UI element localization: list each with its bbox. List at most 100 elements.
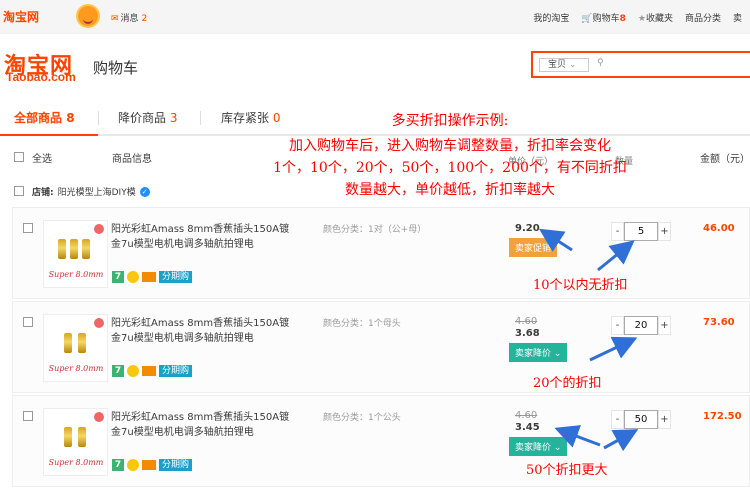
chevron-down-icon: ⌄ [553,443,562,453]
divider [98,111,99,125]
discount-badge[interactable]: 卖家降价 ⌄ [509,437,568,456]
product-thumbnail[interactable]: Super 8.0mm [43,408,108,476]
item-amount: 172.50 [703,411,742,422]
seven-day-return-icon[interactable]: 7 [112,271,124,283]
original-price: 4.60 [515,410,538,421]
item-checkbox[interactable] [23,411,33,421]
plug-image [58,239,66,259]
shop-row: 店铺: 阳光模型上海DIY模 ✓ [32,185,150,198]
col-product-info: 商品信息 [112,154,152,165]
seller-link[interactable]: 卖 [733,11,742,24]
plug-image [64,427,72,447]
cart-item: Super 8.0mm 阳光彩虹Amass 8mm香蕉插头150A镀金7u模型电… [12,207,750,299]
tag-icon [94,224,104,234]
item-amount: 46.00 [703,223,735,234]
seven-day-return-icon[interactable]: 7 [112,459,124,471]
gold-seller-icon[interactable] [127,365,139,377]
decrease-button[interactable]: - [611,316,624,335]
product-title[interactable]: 阳光彩虹Amass 8mm香蕉插头150A镀金7u模型电机电调多轴航拍锂电 [111,410,291,440]
messages-link[interactable]: ✉ 消息 2 [111,11,147,24]
product-thumbnail[interactable]: Super 8.0mm [43,220,108,288]
credit-card-icon[interactable] [142,272,156,282]
annotation-note: 50个折扣更大 [526,463,608,478]
promo-badge[interactable]: 卖家促销 [509,238,558,257]
favorites-link[interactable]: ★收藏夹 [638,11,673,24]
increase-button[interactable]: + [658,316,671,335]
plug-image [82,239,90,259]
quantity-input[interactable]: 5 [624,222,658,241]
quantity-stepper: - 50 + [611,410,671,429]
taobao-domain: Taobao.com [6,70,76,84]
original-price: 4.60 [515,316,538,327]
cart-item: Super 8.0mm 阳光彩虹Amass 8mm香蕉插头150A镀金7u模型电… [12,301,750,393]
categories-link[interactable]: 商品分类 [685,11,721,24]
plug-image [64,333,72,353]
service-badges: 7 分期购 [112,459,193,471]
item-checkbox[interactable] [23,317,33,327]
thumb-caption: Super 8.0mm [48,364,104,373]
col-amount: 金额（元） [700,154,750,165]
quantity-stepper: - 5 + [611,222,671,241]
avatar[interactable] [76,4,100,28]
plug-image [78,427,86,447]
tag-icon [94,318,104,328]
search-icon: ⚲ [597,58,604,68]
gold-seller-icon[interactable] [127,459,139,471]
item-amount: 73.60 [703,317,735,328]
cart-item: Super 8.0mm 阳光彩虹Amass 8mm香蕉插头150A镀金7u模型电… [12,395,750,487]
product-title[interactable]: 阳光彩虹Amass 8mm香蕉插头150A镀金7u模型电机电调多轴航拍锂电 [111,316,291,346]
installment-badge[interactable]: 分期购 [159,459,193,471]
star-icon: ★ [637,14,646,24]
quantity-input[interactable]: 50 [624,410,658,429]
top-logo[interactable]: 淘宝网 [3,8,39,25]
gold-seller-icon[interactable] [127,271,139,283]
service-badges: 7 分期购 [112,271,193,283]
installment-badge[interactable]: 分期购 [159,271,193,283]
shop-name[interactable]: 阳光模型上海DIY模 [58,185,136,198]
service-badges: 7 分期购 [112,365,193,377]
chat-icon[interactable]: ✓ [139,186,150,197]
search-box[interactable]: 宝贝 ⌄ ⚲ [531,51,750,78]
shop-label: 店铺: [32,188,54,198]
seven-day-return-icon[interactable]: 7 [112,365,124,377]
product-sku[interactable]: 颜色分类：1个公头 [323,410,401,423]
top-bar: 淘宝网 ✉ 消息 2 我的淘宝 🛒购物车8 ★收藏夹 商品分类 卖 [0,0,750,34]
plug-image [70,239,78,259]
annotation-line: 加入购物车后，进入购物车调整数量，折扣率会变化 [289,138,611,154]
product-title[interactable]: 阳光彩虹Amass 8mm香蕉插头150A镀金7u模型电机电调多轴航拍锂电 [111,222,291,252]
top-nav: 我的淘宝 🛒购物车8 ★收藏夹 商品分类 卖 [533,11,750,24]
shop-checkbox[interactable] [14,186,24,196]
product-thumbnail[interactable]: Super 8.0mm [43,314,108,382]
cart-link[interactable]: 🛒购物车8 [581,11,626,24]
unit-price: 9.20 [515,223,540,234]
tab-price-drop[interactable]: 降价商品 3 [118,109,177,126]
credit-card-icon[interactable] [142,460,156,470]
installment-badge[interactable]: 分期购 [159,365,193,377]
select-all-checkbox[interactable] [14,152,24,162]
annotation-heading: 多买折扣操作示例: [391,113,509,129]
active-tab-indicator [0,134,98,136]
increase-button[interactable]: + [658,222,671,241]
quantity-input[interactable]: 20 [624,316,658,335]
quantity-stepper: - 20 + [611,316,671,335]
page-title: 购物车 [93,59,139,77]
thumb-caption: Super 8.0mm [48,458,104,467]
chevron-down-icon: ⌄ [568,60,577,70]
annotation-block: 多买折扣操作示例: 加入购物车后，进入购物车调整数量，折扣率会变化 1个，10个… [230,110,670,201]
my-taobao-link[interactable]: 我的淘宝 [533,11,569,24]
decrease-button[interactable]: - [611,222,624,241]
product-sku[interactable]: 颜色分类：1对（公+母） [323,222,426,235]
search-type-select[interactable]: 宝贝 ⌄ [539,58,589,72]
annotation-line: 数量越大，单价越低，折扣率越大 [345,182,555,198]
increase-button[interactable]: + [658,410,671,429]
select-all-label[interactable]: 全选 [32,150,52,165]
item-checkbox[interactable] [23,223,33,233]
mail-icon: ✉ [111,14,119,24]
credit-card-icon[interactable] [142,366,156,376]
annotation-note: 10个以内无折扣 [533,278,628,293]
product-sku[interactable]: 颜色分类：1个母头 [323,316,401,329]
tab-all[interactable]: 全部商品 8 [14,109,75,126]
decrease-button[interactable]: - [611,410,624,429]
discount-badge[interactable]: 卖家降价 ⌄ [509,343,568,362]
cart-icon: 🛒 [581,14,593,24]
